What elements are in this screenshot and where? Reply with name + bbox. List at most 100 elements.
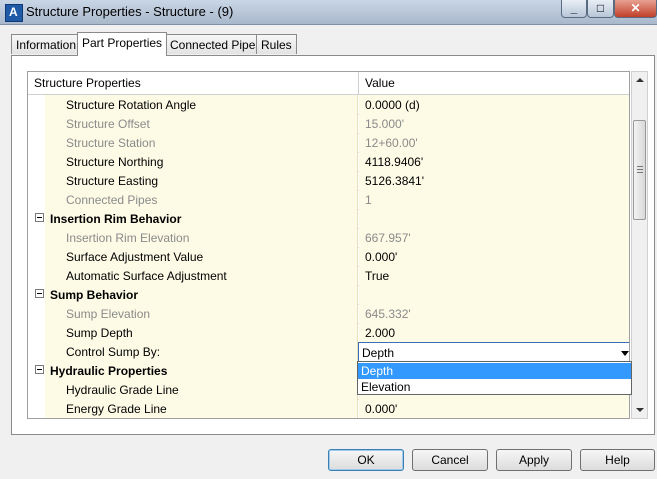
close-icon: ✕ [630,1,641,15]
property-value: 645.332' [365,307,411,321]
column-header-value: Value [365,76,395,90]
apply-button[interactable]: Apply [496,449,572,471]
property-name-cell: Surface Adjustment Value [45,247,358,266]
property-row[interactable]: Insertion Rim Elevation 667.957' [28,228,629,248]
property-name-cell: Hydraulic Grade Line [45,380,358,399]
property-value: 1 [365,193,372,207]
property-row[interactable]: Sump Elevation 645.332' [28,304,629,324]
close-button[interactable]: ✕ [614,0,657,18]
dropdown-option-elevation[interactable]: Elevation [358,379,631,395]
property-row[interactable]: Surface Adjustment Value 0.000' [28,247,629,267]
dropdown-option-depth[interactable]: Depth [358,363,631,379]
grid-header: Structure Properties Value [28,72,629,95]
property-value: 15.000' [365,117,404,131]
category-row-insertion-rim-behavior[interactable]: Insertion Rim Behavior [28,209,629,229]
property-name-cell: Energy Grade Line [45,399,358,418]
property-name-cell: Insertion Rim Elevation [45,228,358,247]
property-row[interactable]: Automatic Surface Adjustment True [28,266,629,286]
row-gutter [28,152,45,171]
property-value: 0.000' [365,402,398,416]
category-row-sump-behavior[interactable]: Sump Behavior [28,285,629,305]
column-divider[interactable] [358,72,359,94]
category-name: Sump Behavior [50,288,139,302]
scroll-down-icon[interactable] [632,402,647,418]
option-label: Elevation [361,380,411,394]
tab-part-properties[interactable]: Part Properties [77,32,168,56]
row-gutter [28,247,45,266]
row-gutter [28,133,45,152]
minimize-icon: _ [570,1,578,15]
category-name: Insertion Rim Behavior [50,212,182,226]
property-name-cell: Structure Northing [45,152,358,171]
control-sump-by-select[interactable]: Depth [358,342,629,362]
autocad-civil-icon [5,4,23,22]
category-name-cell: Sump Behavior [45,285,358,304]
property-value-cell: 1 [359,190,629,209]
grip-line [637,166,643,167]
property-row[interactable]: Connected Pipes 1 [28,190,629,210]
tab-information[interactable]: Information [11,34,82,54]
property-row[interactable]: Energy Grade Line 0.000' [28,399,629,418]
property-name: Energy Grade Line [66,402,167,416]
property-value-cell[interactable]: 0.000' [359,399,629,418]
vertical-scrollbar[interactable] [631,71,648,419]
row-gutter [28,171,45,190]
tab-connected-pipes[interactable]: Connected Pipes [165,34,267,54]
property-name: Sump Elevation [66,307,151,321]
property-row[interactable]: Structure Offset 15.000' [28,114,629,134]
title-bar[interactable]: Structure Properties - Structure - (9) _… [0,0,657,25]
scroll-up-icon[interactable] [632,72,647,88]
ok-button[interactable]: OK [328,449,404,471]
row-gutter [28,114,45,133]
maximize-button[interactable]: □ [587,0,614,18]
category-value-cell [359,285,629,304]
property-name-cell: Structure Station [45,133,358,152]
property-value-cell[interactable]: 0.000' [359,247,629,266]
category-value-cell [359,209,629,228]
property-value: True [365,269,390,283]
property-name: Insertion Rim Elevation [66,231,190,245]
property-name: Surface Adjustment Value [66,250,204,264]
property-name: Structure Station [66,136,156,150]
help-button[interactable]: Help [580,449,655,471]
cancel-button[interactable]: Cancel [412,449,488,471]
property-value-cell: 12+60.00' [359,133,629,152]
property-value-cell: 645.332' [359,304,629,323]
property-value: 2.000 [365,326,396,340]
collapse-icon[interactable] [35,289,44,298]
property-value-cell[interactable]: 4118.9406' [359,152,629,171]
property-name-cell: Structure Rotation Angle [45,95,358,114]
minimize-button[interactable]: _ [561,0,587,18]
property-value-cell[interactable]: True [359,266,629,285]
property-row-control-sump-by[interactable]: Control Sump By: Depth [28,342,629,362]
collapse-icon[interactable] [35,365,44,374]
property-value: 5126.3841' [365,174,425,188]
property-name: Hydraulic Grade Line [66,383,179,397]
row-gutter [28,342,45,361]
property-name: Sump Depth [66,326,133,340]
property-name: Structure Northing [66,155,164,169]
property-row[interactable]: Structure Rotation Angle 0.0000 (d) [28,95,629,115]
property-name: Connected Pipes [66,193,158,207]
row-gutter [28,228,45,247]
property-row[interactable]: Structure Northing 4118.9406' [28,152,629,172]
property-row[interactable]: Structure Easting 5126.3841' [28,171,629,191]
row-gutter [28,190,45,209]
property-value-cell[interactable]: 0.0000 (d) [359,95,629,114]
property-value-cell[interactable]: 5126.3841' [359,171,629,190]
property-value-cell[interactable]: 2.000 [359,323,629,342]
property-name: Structure Easting [66,174,159,188]
tab-rules[interactable]: Rules [256,34,297,54]
collapse-icon[interactable] [35,213,44,222]
chevron-down-icon[interactable] [621,351,629,356]
property-row[interactable]: Sump Depth 2.000 [28,323,629,343]
property-row[interactable]: Structure Station 12+60.00' [28,133,629,153]
property-name-cell: Connected Pipes [45,190,358,209]
property-value: 4118.9406' [365,155,424,169]
row-gutter [28,399,45,418]
column-header-name: Structure Properties [34,76,141,90]
scrollbar-thumb[interactable] [633,120,646,220]
property-value: 0.0000 (d) [365,98,420,112]
category-name: Hydraulic Properties [50,364,168,378]
control-sump-by-dropdown[interactable]: Depth Elevation [357,361,632,395]
